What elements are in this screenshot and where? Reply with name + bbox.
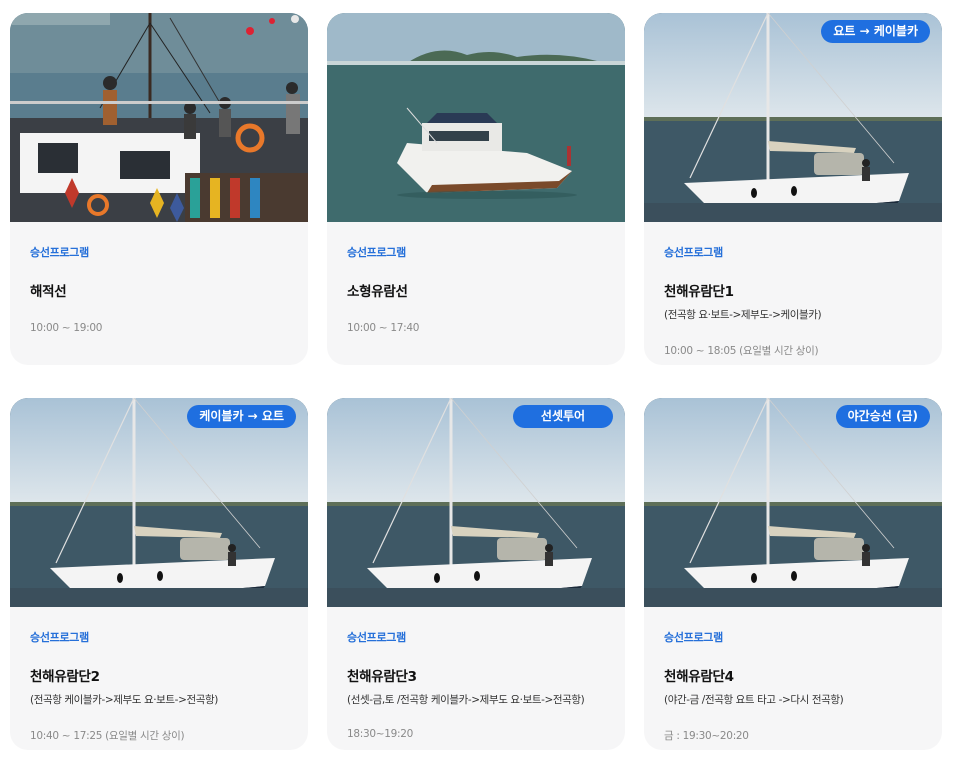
badge-sunset-tour: 선셋투어	[513, 405, 613, 428]
badge-yacht-to-cablecar: 요트 → 케이블카	[821, 20, 930, 43]
card-title: 해적선	[30, 284, 67, 300]
card-subtitle: (선셋-금,토 /전곡항 케이블카->제부도 요·보트->전곡항)	[347, 694, 585, 706]
card-category: 승선프로그램	[30, 246, 89, 259]
yacht-photo: 요트 → 케이블카	[644, 13, 942, 222]
program-card-grid: 승선프로그램 해적선 10:00 ~ 19:00 승선프로그램 소형유람선 10…	[0, 0, 956, 759]
badge-night-boarding: 야간승선 (금)	[835, 405, 930, 428]
small-cruise-photo	[327, 13, 625, 222]
card-time: 10:00 ~ 17:40	[347, 322, 420, 334]
program-card-small-cruise[interactable]: 승선프로그램 소형유람선 10:00 ~ 17:40	[327, 13, 625, 365]
card-subtitle: (전곡항 케이블카->제부도 요·보트->전곡항)	[30, 694, 218, 706]
program-card-cheonhae-1[interactable]: 요트 → 케이블카 승선프로그램 천해유람단1 (전곡항 요·보트->제부도->…	[644, 13, 942, 365]
program-card-cheonhae-2[interactable]: 케이블카 → 요트 승선프로그램 천해유람단2 (전곡항 케이블카->제부도 요…	[10, 398, 308, 750]
card-time: 10:40 ~ 17:25 (요일별 시간 상이)	[30, 730, 185, 742]
card-title: 천해유람단1	[664, 284, 734, 300]
card-title: 천해유람단4	[664, 669, 734, 685]
yacht-photo: 선셋투어	[327, 398, 625, 607]
card-title: 천해유람단3	[347, 669, 417, 685]
card-category: 승선프로그램	[347, 246, 406, 259]
card-category: 승선프로그램	[347, 631, 406, 644]
card-subtitle: (전곡항 요·보트->제부도->케이블카)	[664, 309, 822, 321]
card-category: 승선프로그램	[664, 631, 723, 644]
card-time: 금 : 19:30~20:20	[664, 730, 749, 742]
badge-cablecar-to-yacht: 케이블카 → 요트	[187, 405, 296, 428]
card-time: 10:00 ~ 19:00	[30, 322, 103, 334]
card-category: 승선프로그램	[664, 246, 723, 259]
card-time: 10:00 ~ 18:05 (요일별 시간 상이)	[664, 345, 819, 357]
card-category: 승선프로그램	[30, 631, 89, 644]
card-subtitle: (야간-금 /전곡항 요트 타고 ->다시 전곡항)	[664, 694, 844, 706]
card-title: 천해유람단2	[30, 669, 100, 685]
pirate-ship-photo	[10, 13, 308, 222]
card-title: 소형유람선	[347, 284, 408, 300]
program-card-pirate-ship[interactable]: 승선프로그램 해적선 10:00 ~ 19:00	[10, 13, 308, 365]
program-card-cheonhae-3[interactable]: 선셋투어 승선프로그램 천해유람단3 (선셋-금,토 /전곡항 케이블카->제부…	[327, 398, 625, 750]
card-time: 18:30~19:20	[347, 728, 414, 740]
program-card-cheonhae-4[interactable]: 야간승선 (금) 승선프로그램 천해유람단4 (야간-금 /전곡항 요트 타고 …	[644, 398, 942, 750]
yacht-photo: 야간승선 (금)	[644, 398, 942, 607]
yacht-photo: 케이블카 → 요트	[10, 398, 308, 607]
